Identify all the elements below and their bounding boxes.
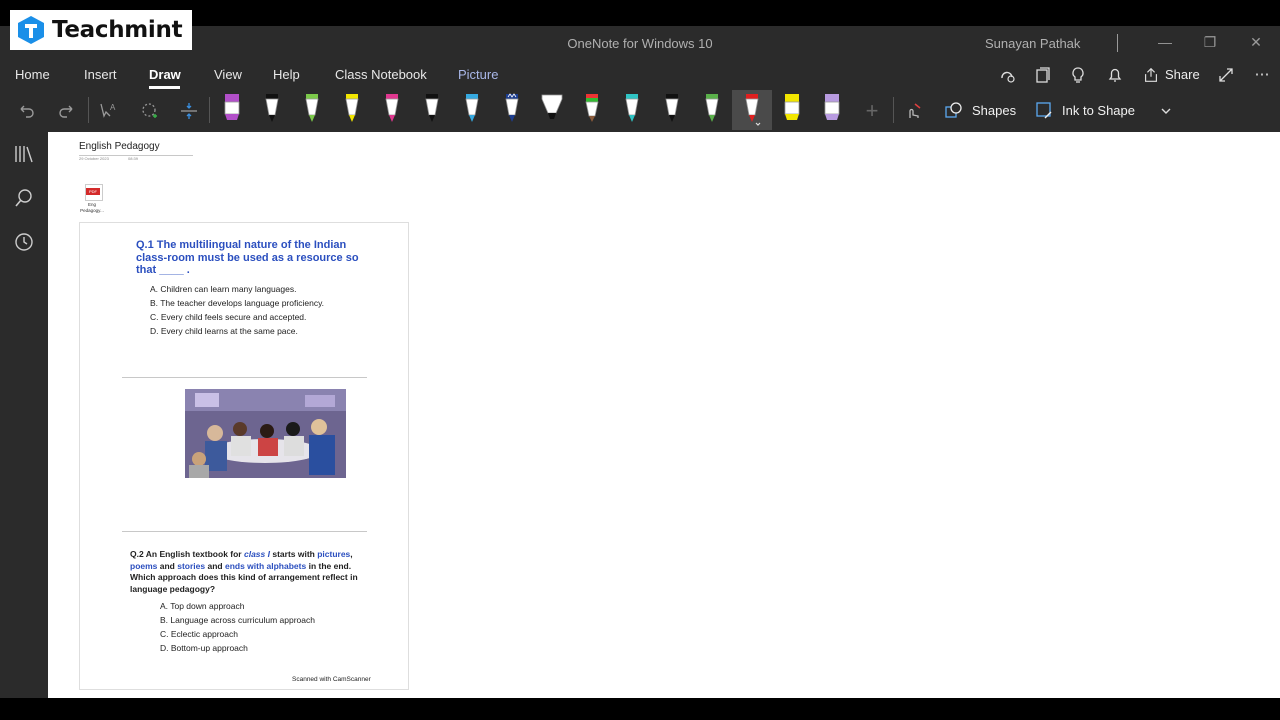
- q2-stories: stories: [177, 560, 206, 571]
- toolbar-divider: [893, 97, 894, 123]
- lasso-icon[interactable]: [137, 96, 161, 126]
- q2-option-c: C. Eclectic approach: [160, 629, 238, 639]
- question-2-text: Q.2 An English textbook for class I star…: [130, 549, 370, 595]
- q2-ends-with-alphabets: ends with alphabets: [224, 560, 307, 571]
- search-icon[interactable]: [12, 186, 36, 210]
- toolbar-divider: [209, 97, 210, 123]
- share-icon: [1145, 67, 1157, 82]
- pen-2[interactable]: [260, 91, 284, 129]
- q2-text-part: and: [205, 560, 225, 571]
- q1-option-a: A. Children can learn many languages.: [150, 284, 297, 294]
- q2-class: class I: [243, 549, 270, 559]
- bottom-black-strip: [0, 698, 1280, 720]
- pen-1[interactable]: [220, 91, 244, 129]
- tab-insert[interactable]: Insert: [84, 67, 117, 82]
- pen-9[interactable]: [540, 91, 564, 129]
- pen-7[interactable]: [460, 91, 484, 129]
- undo-icon[interactable]: [14, 96, 38, 126]
- tab-view[interactable]: View: [214, 67, 242, 82]
- pages-icon[interactable]: [1033, 65, 1053, 85]
- touch-drawing-icon[interactable]: [900, 96, 926, 126]
- pdf-badge: PDF: [86, 188, 100, 195]
- title-separator: [1117, 34, 1118, 52]
- restore-button[interactable]: ❐: [1195, 30, 1225, 54]
- page-title[interactable]: English Pedagogy: [79, 141, 160, 152]
- add-space-icon[interactable]: [177, 96, 201, 126]
- tab-help[interactable]: Help: [273, 67, 300, 82]
- q2-text-part: starts with: [269, 549, 318, 559]
- tab-picture[interactable]: Picture: [458, 67, 498, 82]
- chevron-down-icon[interactable]: [1154, 96, 1178, 126]
- pen-15[interactable]: [780, 91, 804, 129]
- tab-home[interactable]: Home: [15, 67, 50, 82]
- pen-11[interactable]: [620, 91, 644, 129]
- redo-icon[interactable]: [55, 96, 79, 126]
- q2-text-part: Q.2 An English textbook for: [130, 549, 244, 559]
- divider-line: [122, 531, 367, 532]
- q2-comma: ,: [350, 549, 353, 559]
- scanner-footer: Scanned with CamScanner: [292, 676, 371, 683]
- pen-13[interactable]: [700, 91, 724, 129]
- pen-16[interactable]: [820, 91, 844, 129]
- minimize-button[interactable]: —: [1150, 30, 1180, 54]
- share-label: Share: [1165, 67, 1200, 82]
- user-name[interactable]: Sunayan Pathak: [985, 36, 1080, 51]
- ink-to-shape-icon: [1036, 102, 1052, 119]
- close-button[interactable]: ✕: [1241, 30, 1271, 54]
- q1-option-b: B. The teacher develops language profici…: [150, 298, 325, 308]
- shapes-label: Shapes: [972, 103, 1017, 118]
- pdf-attachment-name[interactable]: Eng Pedagogy...: [76, 202, 108, 214]
- left-navigation: [0, 132, 48, 698]
- page-time: 08:39: [128, 156, 139, 161]
- ink-to-shape-label: Ink to Shape: [1062, 103, 1135, 118]
- fullscreen-icon[interactable]: [1216, 65, 1236, 85]
- tab-draw[interactable]: Draw: [149, 67, 181, 82]
- divider-line: [122, 377, 367, 378]
- q2-text-part: and: [157, 560, 178, 571]
- lightbulb-icon[interactable]: [1068, 65, 1088, 85]
- page-date: 29 October 2023: [79, 156, 109, 161]
- q2-option-d: D. Bottom-up approach: [160, 643, 248, 653]
- tab-class-notebook[interactable]: Class Notebook: [335, 67, 427, 82]
- lasso-select-icon[interactable]: A: [97, 96, 121, 126]
- window-title: OneNote for Windows 10: [567, 36, 713, 51]
- notebooks-icon[interactable]: [12, 142, 36, 166]
- shapes-icon: [945, 102, 962, 118]
- pen-6[interactable]: [420, 91, 444, 129]
- question-1-text: Q.1 The multilingual nature of the India…: [136, 239, 359, 276]
- q2-poems: poems: [130, 560, 158, 571]
- pen-14[interactable]: [740, 91, 764, 129]
- pen-5[interactable]: [380, 91, 404, 129]
- q2-option-b: B. Language across curriculum approach: [160, 615, 315, 625]
- classroom-photo: [185, 389, 346, 478]
- q2-option-a: A. Top down approach: [160, 601, 245, 611]
- svg-text:A: A: [110, 103, 116, 112]
- shapes-button[interactable]: Shapes: [944, 100, 1024, 122]
- pen-8[interactable]: [500, 91, 524, 129]
- active-tab-indicator: [149, 86, 180, 89]
- share-button[interactable]: Share: [1142, 65, 1212, 85]
- sync-icon[interactable]: [997, 65, 1017, 85]
- toolbar-divider: [88, 97, 89, 123]
- pen-12[interactable]: [660, 91, 684, 129]
- pen-4[interactable]: [340, 91, 364, 129]
- bell-icon[interactable]: [1105, 65, 1125, 85]
- add-pen-icon[interactable]: +: [860, 96, 884, 126]
- more-options-icon[interactable]: ⋯: [1252, 65, 1272, 85]
- q1-option-d: D. Every child learns at the same pace.: [150, 326, 298, 336]
- q1-option-c: C. Every child feels secure and accepted…: [150, 312, 307, 322]
- ribbon-tabs-bar: [0, 60, 1280, 90]
- top-black-strip: [0, 0, 1280, 26]
- pen-10[interactable]: [580, 91, 604, 129]
- q2-pictures: pictures: [317, 549, 351, 559]
- recent-icon[interactable]: [12, 230, 36, 254]
- pen-3[interactable]: [300, 91, 324, 129]
